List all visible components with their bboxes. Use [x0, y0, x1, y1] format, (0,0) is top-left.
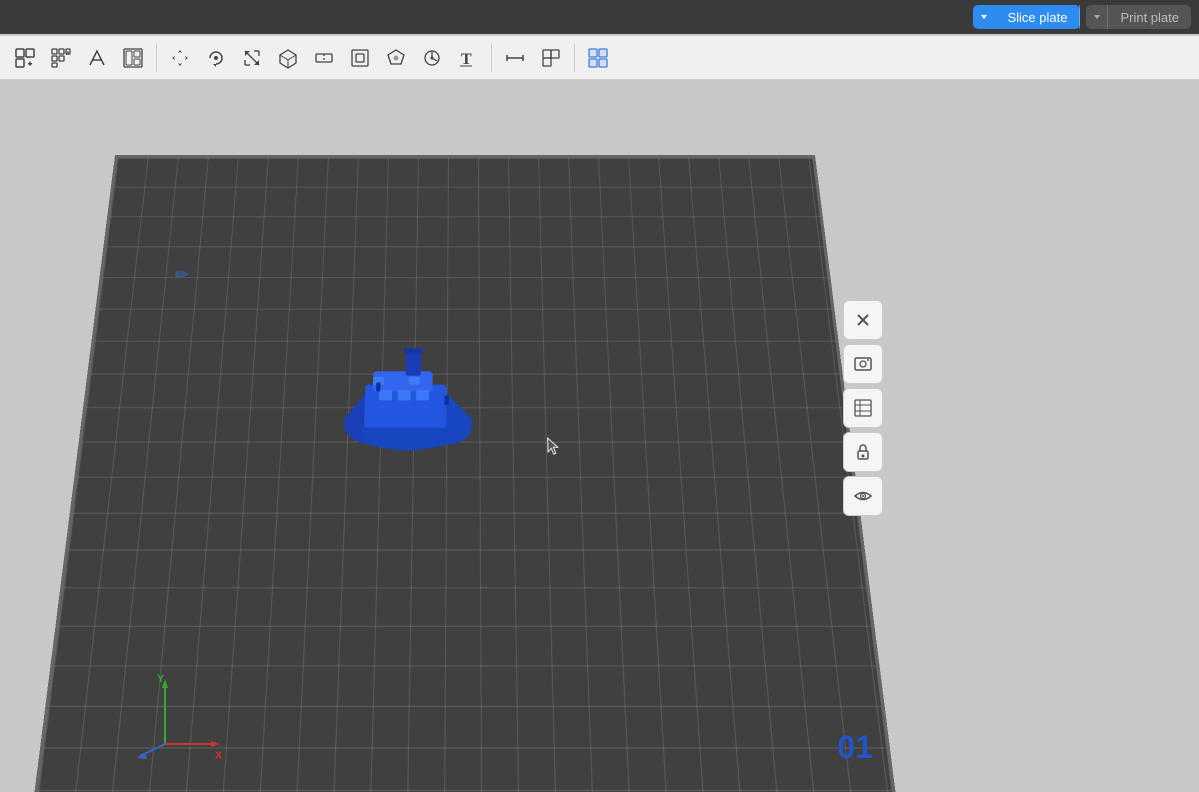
- svg-text:X: X: [215, 750, 223, 762]
- top-bar: Slice plate Print plate: [0, 0, 1199, 34]
- plate-number: 01: [837, 729, 873, 766]
- svg-text:T: T: [461, 51, 472, 68]
- svg-text:Y: Y: [157, 674, 165, 685]
- toolbar-add-object[interactable]: [8, 41, 42, 75]
- toolbar-hollow[interactable]: [343, 41, 377, 75]
- toolbar-orient[interactable]: [534, 41, 568, 75]
- viewport[interactable]: ✏: [0, 80, 1199, 792]
- plate-label[interactable]: ✏: [175, 265, 188, 285]
- side-btn-eye[interactable]: [843, 476, 883, 516]
- boat-model[interactable]: [324, 319, 501, 453]
- slice-plate-group: Slice plate: [973, 5, 1080, 29]
- toolbar-sep-3: [574, 44, 575, 72]
- print-plate-dropdown-arrow[interactable]: [1086, 5, 1108, 29]
- handle-notch-left: [180, 155, 241, 156]
- toolbar-measure[interactable]: [498, 41, 532, 75]
- toolbar-rotate[interactable]: [199, 41, 233, 75]
- toolbar-cut[interactable]: [307, 41, 341, 75]
- side-btn-photo[interactable]: [843, 344, 883, 384]
- toolbar-place-face[interactable]: [271, 41, 305, 75]
- toolbar-text[interactable]: T: [451, 41, 485, 75]
- toolbar-grid[interactable]: A: [44, 41, 78, 75]
- coordinate-axis: Y X: [135, 674, 225, 764]
- slice-plate-button[interactable]: Slice plate: [995, 5, 1080, 29]
- toolbar-seam-paint[interactable]: [415, 41, 449, 75]
- handle-notch-right: [689, 155, 750, 156]
- print-plate-group: Print plate: [1086, 5, 1191, 29]
- side-btn-close[interactable]: [843, 300, 883, 340]
- toolbar-layout[interactable]: [116, 41, 150, 75]
- side-btn-lock[interactable]: [843, 432, 883, 472]
- side-btn-layers[interactable]: [843, 388, 883, 428]
- toolbar-assembly[interactable]: [581, 41, 615, 75]
- print-plate-button[interactable]: Print plate: [1108, 5, 1191, 29]
- toolbar-support-paint[interactable]: [379, 41, 413, 75]
- toolbar: A: [0, 36, 1199, 80]
- toolbar-move[interactable]: [163, 41, 197, 75]
- slice-plate-dropdown-arrow[interactable]: [973, 5, 995, 29]
- plate-edit-icon: ✏: [175, 265, 188, 285]
- svg-text:A: A: [66, 51, 70, 57]
- toolbar-sep-1: [156, 44, 157, 72]
- toolbar-sep-2: [491, 44, 492, 72]
- side-panel: [843, 300, 883, 516]
- toolbar-auto[interactable]: [80, 41, 114, 75]
- toolbar-scale[interactable]: [235, 41, 269, 75]
